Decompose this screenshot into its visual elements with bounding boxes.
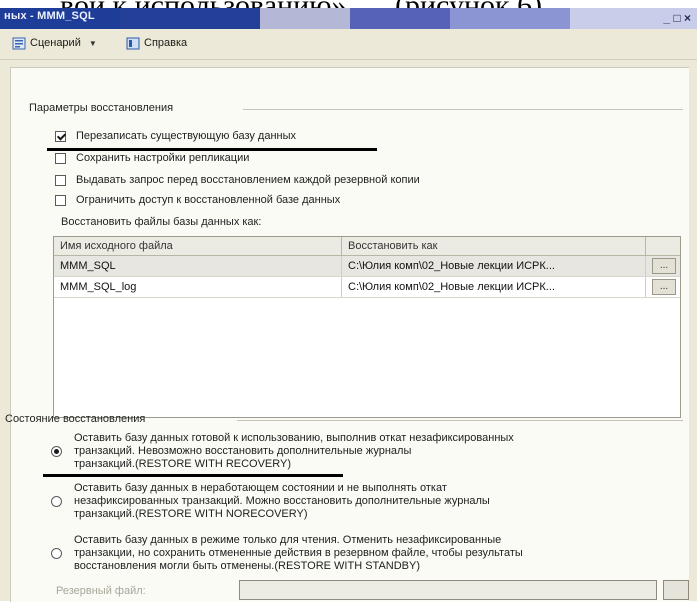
norecovery-line-2: незафиксированных транзакций. Можно восс…	[74, 495, 490, 507]
backup-file-input[interactable]	[239, 580, 657, 600]
group-divider	[237, 420, 683, 421]
window-title: ных - МММ_SQL	[4, 10, 95, 22]
file-grid[interactable]: Имя исходного файла Восстановить как MMM…	[53, 236, 681, 418]
window-titlebar[interactable]: ных - МММ_SQL _ □ ×	[0, 8, 697, 29]
restore-state-title: Состояние восстановления	[5, 413, 146, 425]
toolbar: Сценарий ▼ Справка	[0, 29, 697, 60]
backup-browse-button[interactable]	[663, 580, 689, 600]
column-source-file[interactable]: Имя исходного файла	[54, 237, 342, 255]
options-panel: Параметры восстановления Перезаписать су…	[5, 67, 689, 602]
standby-line-3: восстановления могли быть отменены.(REST…	[74, 560, 421, 572]
restore-params-title: Параметры восстановления	[29, 102, 174, 114]
prompt-before-restore-label: Выдавать запрос перед восстановлением ка…	[76, 174, 420, 186]
table-row[interactable]: MMM_SQL_log C:\Юлия комп\02_Новые лекции…	[54, 277, 680, 298]
group-divider	[243, 109, 683, 110]
chevron-down-icon[interactable]: ▼	[89, 39, 97, 48]
column-blank	[646, 237, 680, 255]
standby-line-1: Оставить базу данных в режиме только для…	[74, 534, 502, 546]
script-button-label: Сценарий	[30, 37, 81, 49]
norecovery-option[interactable]: Оставить базу данных в неработающем сост…	[51, 482, 674, 521]
window-controls[interactable]: _ □ ×	[663, 11, 691, 25]
norecovery-line-3: транзакций.(RESTORE WITH NORECOVERY)	[74, 508, 308, 520]
keep-replication-label: Сохранить настройки репликации	[76, 152, 250, 164]
restrict-access-checkbox[interactable]	[55, 194, 66, 206]
browse-button[interactable]: ...	[652, 258, 676, 274]
source-file-cell: MMM_SQL_log	[54, 277, 342, 297]
highlight-underline	[47, 148, 377, 151]
overwrite-db-option[interactable]: Перезаписать существующую базу данных	[55, 130, 296, 142]
browse-button[interactable]: ...	[652, 279, 676, 295]
column-restore-as[interactable]: Восстановить как	[342, 237, 646, 255]
script-button[interactable]: Сценарий ▼	[12, 37, 97, 50]
recovery-radio[interactable]	[51, 446, 62, 457]
recovery-option[interactable]: Оставить базу данных готовой к использов…	[51, 432, 674, 471]
script-icon	[12, 37, 26, 50]
source-file-cell: MMM_SQL	[54, 256, 342, 276]
help-button-label: Справка	[144, 37, 188, 49]
overwrite-db-label: Перезаписать существующую базу данных	[76, 130, 297, 142]
norecovery-line-1: Оставить базу данных в неработающем сост…	[74, 482, 447, 494]
backup-file-label: Резервный файл:	[56, 585, 146, 597]
keep-replication-option[interactable]: Сохранить настройки репликации	[55, 152, 249, 164]
recovery-line-3: транзакций.(RESTORE WITH RECOVERY)	[74, 458, 292, 470]
grid-header: Имя исходного файла Восстановить как	[54, 237, 680, 256]
overwrite-db-checkbox[interactable]	[55, 130, 66, 142]
prompt-before-restore-checkbox[interactable]	[55, 174, 66, 186]
help-icon	[126, 37, 140, 50]
restore-files-label: Восстановить файлы базы данных как:	[61, 216, 262, 228]
standby-radio[interactable]	[51, 548, 62, 559]
prompt-before-restore-option[interactable]: Выдавать запрос перед восстановлением ка…	[55, 174, 420, 186]
recovery-line-2: транзакций. Невозможно восстановить допо…	[74, 445, 412, 457]
table-row[interactable]: MMM_SQL C:\Юлия комп\02_Новые лекции ИСР…	[54, 256, 680, 277]
help-button[interactable]: Справка	[126, 37, 188, 50]
norecovery-radio[interactable]	[51, 496, 62, 507]
highlight-underline	[43, 474, 343, 477]
restore-as-cell[interactable]: C:\Юлия комп\02_Новые лекции ИСРК...	[342, 256, 646, 276]
keep-replication-checkbox[interactable]	[55, 152, 66, 164]
restore-dialog: Сценарий ▼ Справка Параметры восстановле…	[0, 29, 697, 602]
standby-option[interactable]: Оставить базу данных в режиме только для…	[51, 534, 674, 573]
restrict-access-option[interactable]: Ограничить доступ к восстановленной базе…	[55, 194, 340, 206]
restrict-access-label: Ограничить доступ к восстановленной базе…	[76, 194, 341, 206]
restore-as-cell[interactable]: C:\Юлия комп\02_Новые лекции ИСРК...	[342, 277, 646, 297]
standby-line-2: транзакции, но сохранить отмененные дейс…	[74, 547, 523, 559]
recovery-line-1: Оставить базу данных готовой к использов…	[74, 432, 514, 444]
